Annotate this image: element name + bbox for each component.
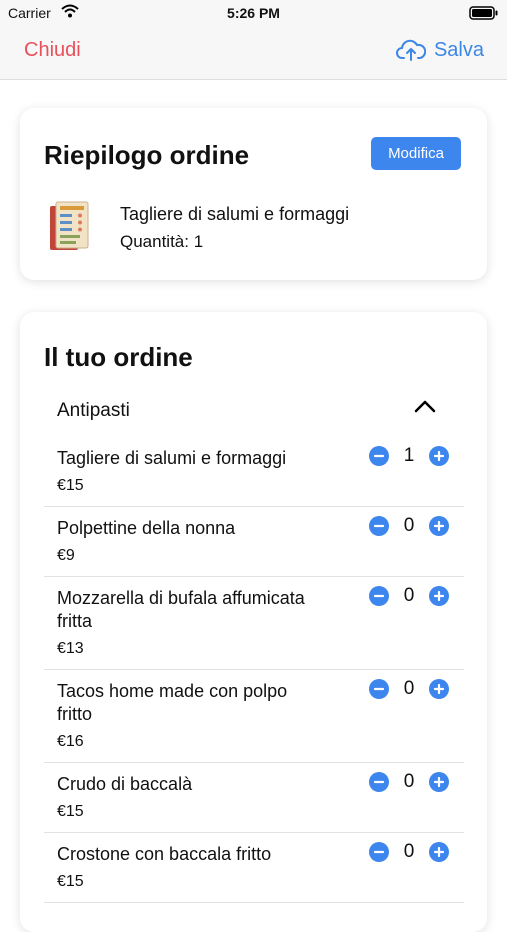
item-price: €15 bbox=[57, 803, 84, 820]
save-button[interactable]: Salva bbox=[396, 38, 484, 62]
quantity-stepper: 0 bbox=[369, 585, 449, 607]
quantity-stepper: 0 bbox=[369, 678, 449, 700]
item-price: €15 bbox=[57, 873, 84, 890]
list-item: Tagliere di salumi e formaggi €15 1 bbox=[44, 437, 464, 507]
item-quantity: 0 bbox=[403, 771, 415, 792]
save-label: Salva bbox=[433, 38, 484, 61]
item-quantity: 0 bbox=[403, 585, 415, 606]
list-item: Crostone con baccala fritto €15 0 bbox=[44, 833, 464, 903]
item-name: Tagliere di salumi e formaggi bbox=[57, 448, 287, 468]
plus-icon[interactable] bbox=[429, 772, 449, 792]
order-title: Il tuo ordine bbox=[44, 342, 193, 372]
item-quantity: 0 bbox=[403, 841, 415, 862]
summary-title: Riepilogo ordine bbox=[44, 140, 250, 170]
list-item: Tacos home made con polpo fritto €16 0 bbox=[44, 670, 464, 763]
order-summary-card: Riepilogo ordine Modifica Tagliere di sa… bbox=[20, 108, 487, 280]
summary-item-name: Tagliere di salumi e formaggi bbox=[120, 204, 350, 224]
item-price: €9 bbox=[57, 547, 75, 564]
item-name: Polpettine della nonna bbox=[57, 518, 236, 538]
section-header-antipasti[interactable]: Antipasti bbox=[57, 400, 437, 422]
quantity-stepper: 0 bbox=[369, 515, 449, 537]
cloud-upload-icon bbox=[396, 38, 426, 62]
minus-icon[interactable] bbox=[369, 772, 389, 792]
item-name: Mozzarella di bufala affumicata fritta bbox=[57, 588, 305, 631]
list-item: Polpettine della nonna €9 0 bbox=[44, 507, 464, 577]
item-name: Tacos home made con polpo fritto bbox=[57, 681, 288, 724]
minus-icon[interactable] bbox=[369, 446, 389, 466]
your-order-card: Il tuo ordine Antipasti Tagliere di salu… bbox=[20, 312, 487, 932]
plus-icon[interactable] bbox=[429, 586, 449, 606]
item-quantity: 1 bbox=[403, 445, 415, 466]
item-name: Crudo di baccalà bbox=[57, 774, 193, 794]
minus-icon[interactable] bbox=[369, 842, 389, 862]
plus-icon[interactable] bbox=[429, 679, 449, 699]
summary-item-quantity: Quantità: 1 bbox=[120, 232, 204, 251]
status-bar: Carrier 5:26 PM bbox=[0, 0, 507, 26]
menu-icon bbox=[48, 200, 92, 257]
battery-icon bbox=[469, 6, 499, 23]
minus-icon[interactable] bbox=[369, 586, 389, 606]
item-price: €15 bbox=[57, 477, 84, 494]
clock: 5:26 PM bbox=[227, 5, 280, 21]
order-item-list: Tagliere di salumi e formaggi €15 1 Polp… bbox=[44, 437, 464, 903]
plus-icon[interactable] bbox=[429, 446, 449, 466]
navigation-bar: Chiudi Salva bbox=[0, 26, 507, 80]
quantity-stepper: 0 bbox=[369, 841, 449, 863]
item-name: Crostone con baccala fritto bbox=[57, 844, 272, 864]
edit-button[interactable]: Modifica bbox=[371, 137, 461, 170]
close-button[interactable]: Chiudi bbox=[24, 39, 81, 62]
quantity-stepper: 1 bbox=[369, 445, 449, 467]
item-quantity: 0 bbox=[403, 678, 415, 699]
minus-icon[interactable] bbox=[369, 516, 389, 536]
minus-icon[interactable] bbox=[369, 679, 389, 699]
quantity-stepper: 0 bbox=[369, 771, 449, 793]
plus-icon[interactable] bbox=[429, 842, 449, 862]
item-price: €16 bbox=[57, 733, 84, 750]
item-quantity: 0 bbox=[403, 515, 415, 536]
list-item: Crudo di baccalà €15 0 bbox=[44, 763, 464, 833]
item-price: €13 bbox=[57, 640, 84, 657]
list-item: Mozzarella di bufala affumicata fritta €… bbox=[44, 577, 464, 670]
plus-icon[interactable] bbox=[429, 516, 449, 536]
chevron-up-icon[interactable] bbox=[413, 398, 437, 419]
